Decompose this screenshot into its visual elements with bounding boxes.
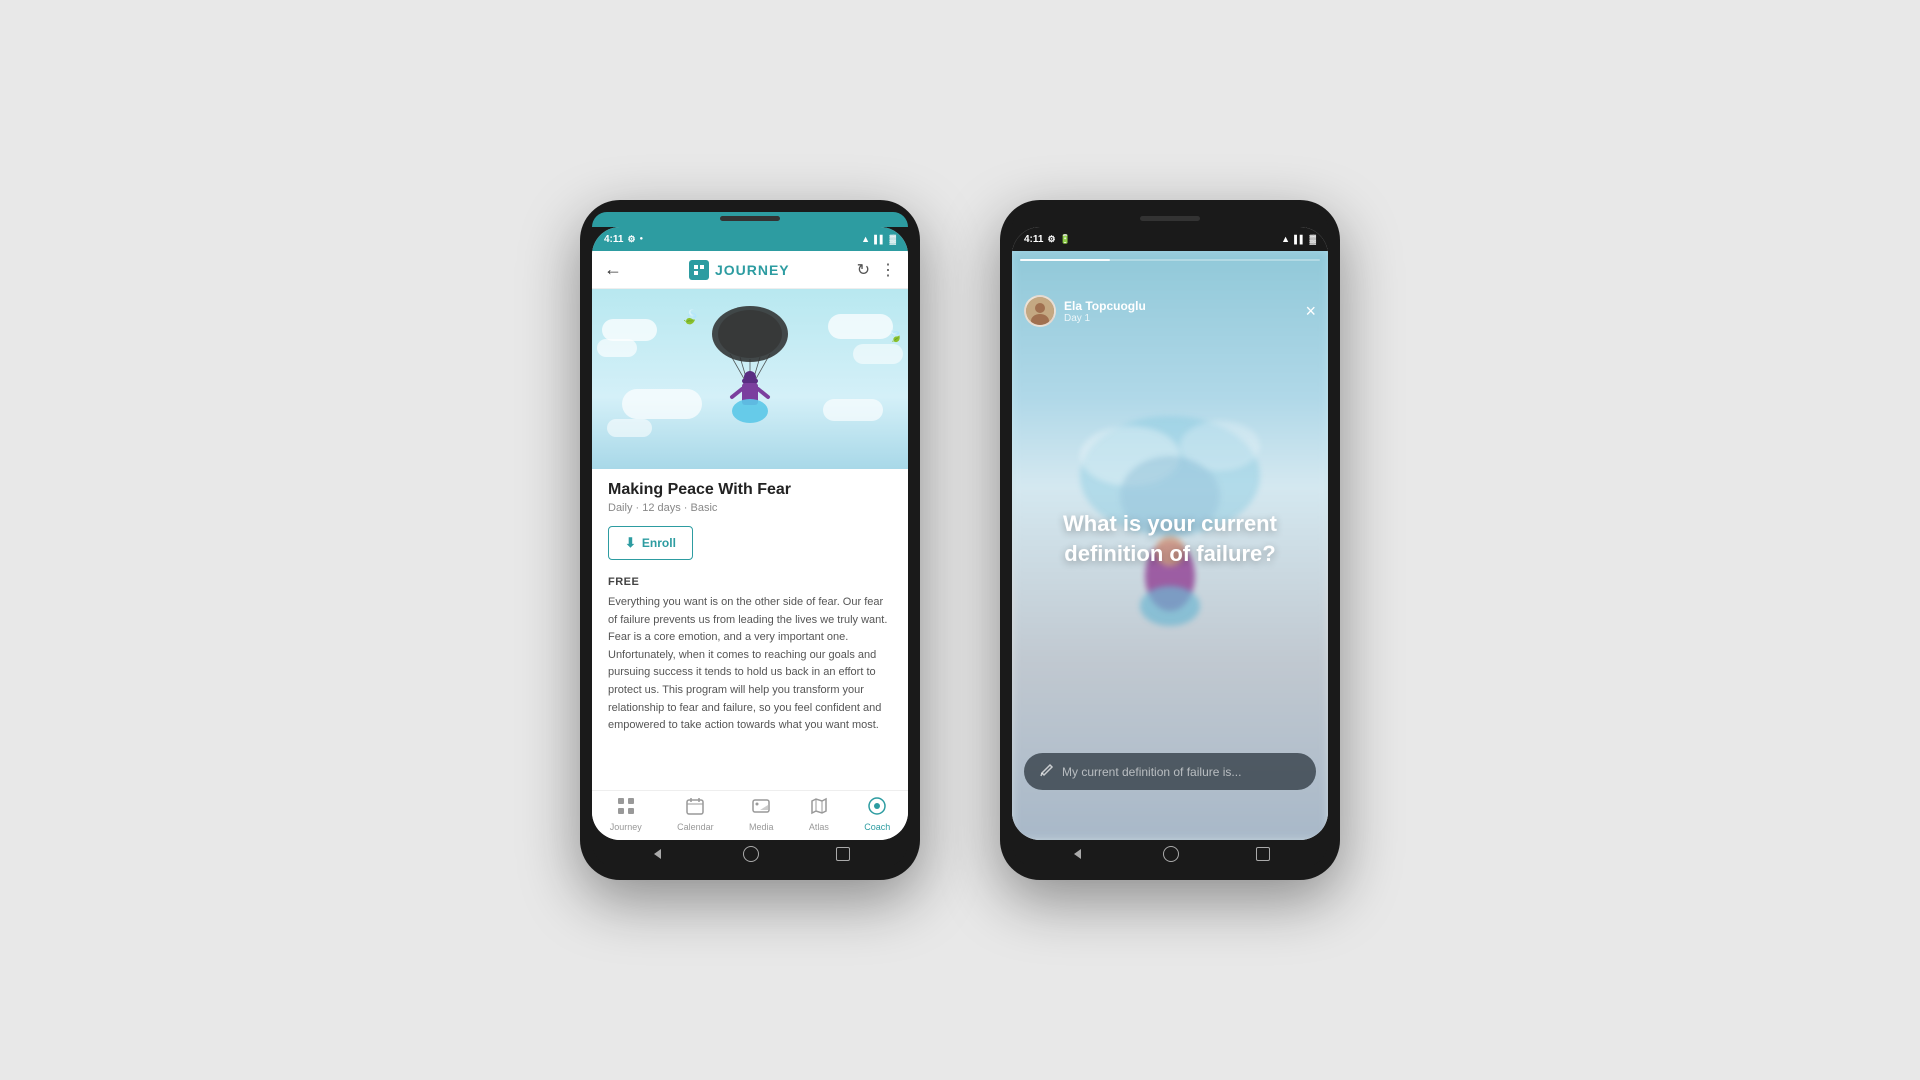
home-button-android-2[interactable] [1163,846,1179,862]
cloud-1 [602,319,657,341]
story-screen: Ela Topcuoglu Day 1 × What is your curre… [1012,251,1328,840]
enroll-button[interactable]: ⬇ Enroll [608,526,693,560]
story-input-bar[interactable]: My current definition of failure is... [1024,753,1316,790]
menu-icon[interactable]: ⋮ [880,260,896,280]
story-question-text: What is your current definition of failu… [1060,509,1280,571]
nav-media[interactable]: Media [749,797,774,832]
signal-icon-2: ▌▌ [1294,235,1305,244]
status-time-2: 4:11 [1024,234,1043,245]
topbar-actions: ↻ ⋮ [857,260,896,280]
story-avatar [1024,295,1056,327]
pencil-icon [1040,763,1054,780]
status-left: 4:11 ⚙ ● [604,234,643,245]
phone-1-status-bar: 4:11 ⚙ ● ▲ ▌▌ ▓ [592,227,908,251]
cloud-7 [607,419,652,437]
phone-1-screen: 4:11 ⚙ ● ▲ ▌▌ ▓ ← JOURNEY ↻ ⋮ [592,227,908,840]
story-user-info: Ela Topcuoglu Day 1 [1024,295,1146,327]
app-topbar: ← JOURNEY ↻ ⋮ [592,251,908,289]
refresh-icon[interactable]: ↻ [857,260,870,280]
leaf-2: 🍃 [886,327,904,344]
course-meta: Daily · 12 days · Basic [608,502,892,514]
story-day: Day 1 [1064,313,1146,324]
wifi-icon: ▲ [861,234,870,244]
story-username: Ela Topcuoglu [1064,299,1146,313]
phone-1: 4:11 ⚙ ● ▲ ▌▌ ▓ ← JOURNEY ↻ ⋮ [580,200,920,880]
enroll-icon: ⬇ [625,535,636,551]
status-left-2: 4:11 ⚙ 🔋 [1024,234,1071,245]
atlas-nav-label: Atlas [809,822,829,832]
status-right: ▲ ▌▌ ▓ [861,234,896,244]
battery-icon: ▓ [889,234,896,244]
cloud-2 [597,339,637,357]
cloud-6 [823,399,883,421]
journey-nav-icon [617,797,635,820]
journey-logo-icon [689,260,709,280]
bottom-nav: Journey Calendar Media Atlas [592,790,908,840]
recent-button-android[interactable] [836,847,850,861]
story-progress-fill [1020,259,1110,261]
wifi-icon-2: ▲ [1281,234,1290,244]
phone-2: 4:11 ⚙ 🔋 ▲ ▌▌ ▓ [1000,200,1340,880]
settings-icon-2: ⚙ [1047,234,1055,245]
enroll-label: Enroll [642,536,676,550]
calendar-nav-label: Calendar [677,822,714,832]
atlas-nav-icon [810,797,828,820]
cloud-3 [828,314,893,339]
dot-icon: ● [640,236,644,242]
phone-1-android-nav [592,840,908,868]
calendar-nav-icon [686,797,704,820]
media-nav-label: Media [749,822,774,832]
status-time: 4:11 [604,234,623,245]
story-close-button[interactable]: × [1305,301,1316,322]
phone-2-android-nav [1012,840,1328,868]
speaker [720,216,780,221]
story-header: Ela Topcuoglu Day 1 × [1012,287,1328,335]
app-title: JOURNEY [715,262,790,278]
nav-atlas[interactable]: Atlas [809,797,829,832]
status-right-2: ▲ ▌▌ ▓ [1281,234,1316,244]
nav-calendar[interactable]: Calendar [677,797,714,832]
phone-2-status-bar: 4:11 ⚙ 🔋 ▲ ▌▌ ▓ [1012,227,1328,251]
media-nav-icon [752,797,770,820]
journey-nav-label: Journey [610,822,642,832]
story-input-area[interactable]: My current definition of failure is... [1024,753,1316,790]
coach-nav-label: Coach [864,822,890,832]
course-title: Making Peace With Fear [608,481,892,499]
cloud-5 [622,389,702,419]
parachute-illustration [695,299,805,459]
nav-coach[interactable]: Coach [864,797,890,832]
phone-2-top [1012,212,1328,227]
content-scroll: 🍃 🍃 Making Peace With Fear Daily · 12 da… [592,289,908,790]
speaker-2 [1140,216,1200,221]
app-title-area: JOURNEY [689,260,790,280]
content-area: Making Peace With Fear Daily · 12 days ·… [592,469,908,790]
coach-nav-icon [868,797,886,820]
signal-icon: ▌▌ [874,235,885,244]
back-button-android-2[interactable] [1070,846,1086,862]
battery-status-icon: 🔋 [1060,234,1071,245]
battery-icon-2: ▓ [1309,234,1316,244]
story-user-text: Ela Topcuoglu Day 1 [1064,299,1146,324]
cloud-4 [853,344,903,364]
recent-button-android-2[interactable] [1256,847,1270,861]
back-button-android[interactable] [650,846,666,862]
phone-2-screen: 4:11 ⚙ 🔋 ▲ ▌▌ ▓ [1012,227,1328,840]
nav-journey[interactable]: Journey [610,797,642,832]
back-button[interactable]: ← [604,259,622,280]
phone-1-top [592,212,908,227]
home-button-android[interactable] [743,846,759,862]
free-badge: FREE [608,576,892,588]
settings-icon: ⚙ [627,234,635,245]
story-progress-bar [1020,259,1320,261]
hero-image: 🍃 🍃 [592,289,908,469]
story-input-placeholder[interactable]: My current definition of failure is... [1062,765,1241,779]
course-description: Everything you want is on the other side… [608,594,892,735]
